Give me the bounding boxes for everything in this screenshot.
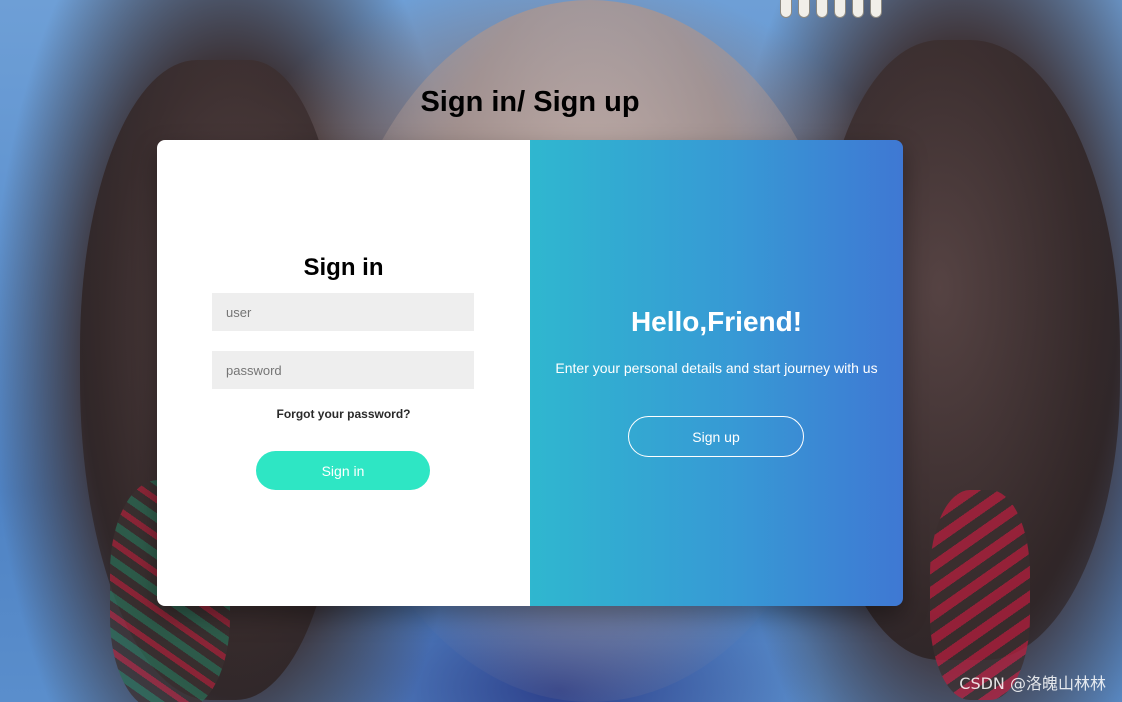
page: Sign in/ Sign up Sign in Forgot your pas… — [0, 0, 1122, 702]
signin-button[interactable]: Sign in — [256, 451, 430, 490]
signin-heading: Sign in — [303, 254, 384, 281]
forgot-password-link[interactable]: Forgot your password? — [157, 407, 530, 421]
password-input[interactable] — [212, 351, 474, 389]
signup-button[interactable]: Sign up — [628, 416, 804, 457]
page-title: Sign in/ Sign up — [420, 86, 640, 118]
signin-panel: Sign in Forgot your password? Sign in — [157, 140, 530, 606]
user-input[interactable] — [212, 293, 474, 331]
background-hair-ornament — [780, 0, 890, 20]
welcome-text: Enter your personal details and start jo… — [555, 360, 878, 376]
background-braid-right — [930, 490, 1030, 700]
welcome-heading: Hello,Friend! — [630, 306, 803, 337]
auth-card: Sign in Forgot your password? Sign in He… — [157, 140, 903, 606]
watermark: CSDN @洛魄山林林 — [959, 674, 1106, 693]
welcome-panel: Hello,Friend! Enter your personal detail… — [530, 140, 903, 606]
